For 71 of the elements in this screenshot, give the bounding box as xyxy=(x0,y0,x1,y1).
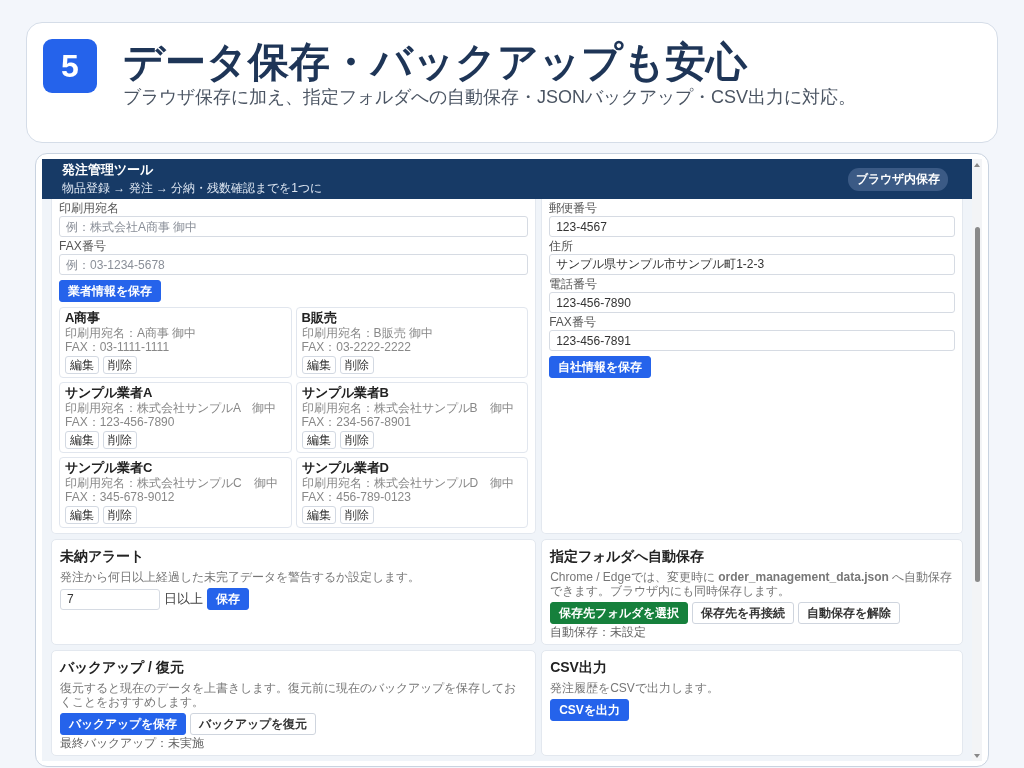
edit-button[interactable]: 編集 xyxy=(301,356,336,374)
vendor-detail: FAX：03-1111-1111 xyxy=(65,340,171,354)
field-label: 電話番号 xyxy=(549,277,599,291)
vendor-detail: FAX：03-2222-2222 xyxy=(301,340,412,354)
app-title: 発注管理ツール xyxy=(62,161,154,179)
save-button[interactable]: 保存 xyxy=(207,588,249,610)
section-description: 発注から何日以上経過した未完了データを警告するか設定します。 xyxy=(60,570,421,584)
save-backup-button[interactable]: バックアップを保存 xyxy=(60,713,186,735)
input-field[interactable]: 123-456-7890 xyxy=(549,292,955,313)
input-field[interactable]: 7 xyxy=(60,588,160,610)
status-text: 自動保存：未設定 xyxy=(550,625,648,639)
vendor-name: サンプル業者B xyxy=(301,385,390,401)
vendor-name: サンプル業者C xyxy=(65,460,154,476)
edit-button[interactable]: 編集 xyxy=(65,356,99,374)
vendor-name: A商事 xyxy=(65,310,102,326)
storage-badge: ブラウザ内保存 xyxy=(848,167,948,191)
delete-button[interactable]: 削除 xyxy=(339,431,374,449)
section-description: Chrome / Edgeでは、変更時に order_management_data.json へ自動保存できます。ブラウザ内にも同時保存します。 xyxy=(550,570,954,598)
vendor-name: B販売 xyxy=(301,310,338,326)
vendor-detail: FAX：234-567-8901 xyxy=(301,415,412,429)
edit-button[interactable]: 編集 xyxy=(65,431,99,449)
slide-title: データ保存・バックアップも安心 xyxy=(123,38,749,87)
section-description: 復元すると現在のデータを上書きします。復元前に現在のバックアップを保存しておくことをおすすめします。 xyxy=(60,681,517,709)
input-field[interactable]: 123-456-7891 xyxy=(549,330,955,351)
unit-label: 日以上 xyxy=(164,590,203,608)
input-field[interactable]: サンプル県サンプル市サンプル町1-2-3 xyxy=(549,254,955,275)
save-button[interactable]: 業者情報を保存 xyxy=(59,280,161,302)
delete-button[interactable]: 削除 xyxy=(339,356,374,374)
edit-button[interactable]: 編集 xyxy=(65,506,99,524)
input-field[interactable]: 例：株式会社A商事 御中 xyxy=(59,216,529,237)
vendor-name: サンプル業者A xyxy=(65,385,154,401)
vendor-name: サンプル業者D xyxy=(301,460,390,476)
reconnect-button[interactable]: 保存先を再接続 xyxy=(692,602,795,624)
vendor-detail: 印刷用宛名：株式会社サンプルA 御中 xyxy=(65,401,278,415)
vendor-detail: FAX：456-789-0123 xyxy=(301,490,412,504)
step-badge: 5 xyxy=(43,39,97,93)
restore-button[interactable]: バックアップを復元 xyxy=(190,713,316,735)
input-field[interactable]: 例：03-1234-5678 xyxy=(59,254,529,275)
delete-button[interactable]: 削除 xyxy=(103,431,137,449)
status-text: 最終バックアップ：未実施 xyxy=(60,736,205,750)
scrollbar-thumb[interactable] xyxy=(974,227,980,582)
save-button[interactable]: 自社情報を保存 xyxy=(549,356,652,378)
vendor-detail: FAX：345-678-9012 xyxy=(65,490,176,504)
select-folder-button[interactable]: 保存先フォルダを選択 xyxy=(550,602,689,624)
vendor-detail: 印刷用宛名：株式会社サンプルB 御中 xyxy=(301,401,515,415)
section-title: 指定フォルダへ自動保存 xyxy=(550,548,706,566)
vendor-detail: FAX：123-456-7890 xyxy=(65,415,176,429)
vendor-detail: 印刷用宛名：株式会社サンプルC 御中 xyxy=(65,476,279,490)
edit-button[interactable]: 編集 xyxy=(301,506,336,524)
delete-button[interactable]: 削除 xyxy=(103,506,137,524)
export-button[interactable]: CSVを出力 xyxy=(550,699,629,721)
vendor-detail: 印刷用宛名：A商事 御中 xyxy=(65,326,198,340)
delete-button[interactable]: 削除 xyxy=(103,356,137,374)
scrollbar[interactable] xyxy=(972,159,982,761)
disable-button[interactable]: 自動保存を解除 xyxy=(798,602,901,624)
app-subtitle: 物品登録 → 発注 → 分納・残数確認までを1つに xyxy=(62,180,322,197)
field-label: FAX番号 xyxy=(59,239,107,253)
section-title: CSV出力 xyxy=(550,659,608,677)
section-title: バックアップ / 復元 xyxy=(60,659,185,677)
field-label: 郵便番号 xyxy=(549,201,599,215)
field-label: FAX番号 xyxy=(549,315,597,329)
field-label: 印刷用宛名 xyxy=(59,201,120,215)
vendor-detail: 印刷用宛名：株式会社サンプルD 御中 xyxy=(301,476,516,490)
edit-button[interactable]: 編集 xyxy=(301,431,336,449)
section-description: 発注履歴をCSVで出力します。 xyxy=(550,681,720,695)
slide-subtitle: ブラウザ保存に加え、指定フォルダへの自動保存・JSONバックアップ・CSV出力に対応。 xyxy=(123,86,857,109)
field-label: 住所 xyxy=(549,239,575,253)
delete-button[interactable]: 削除 xyxy=(339,506,374,524)
vendor-detail: 印刷用宛名：B販売 御中 xyxy=(301,326,434,340)
input-field[interactable]: 123-4567 xyxy=(549,216,955,237)
section-title: 未納アラート xyxy=(60,548,145,566)
